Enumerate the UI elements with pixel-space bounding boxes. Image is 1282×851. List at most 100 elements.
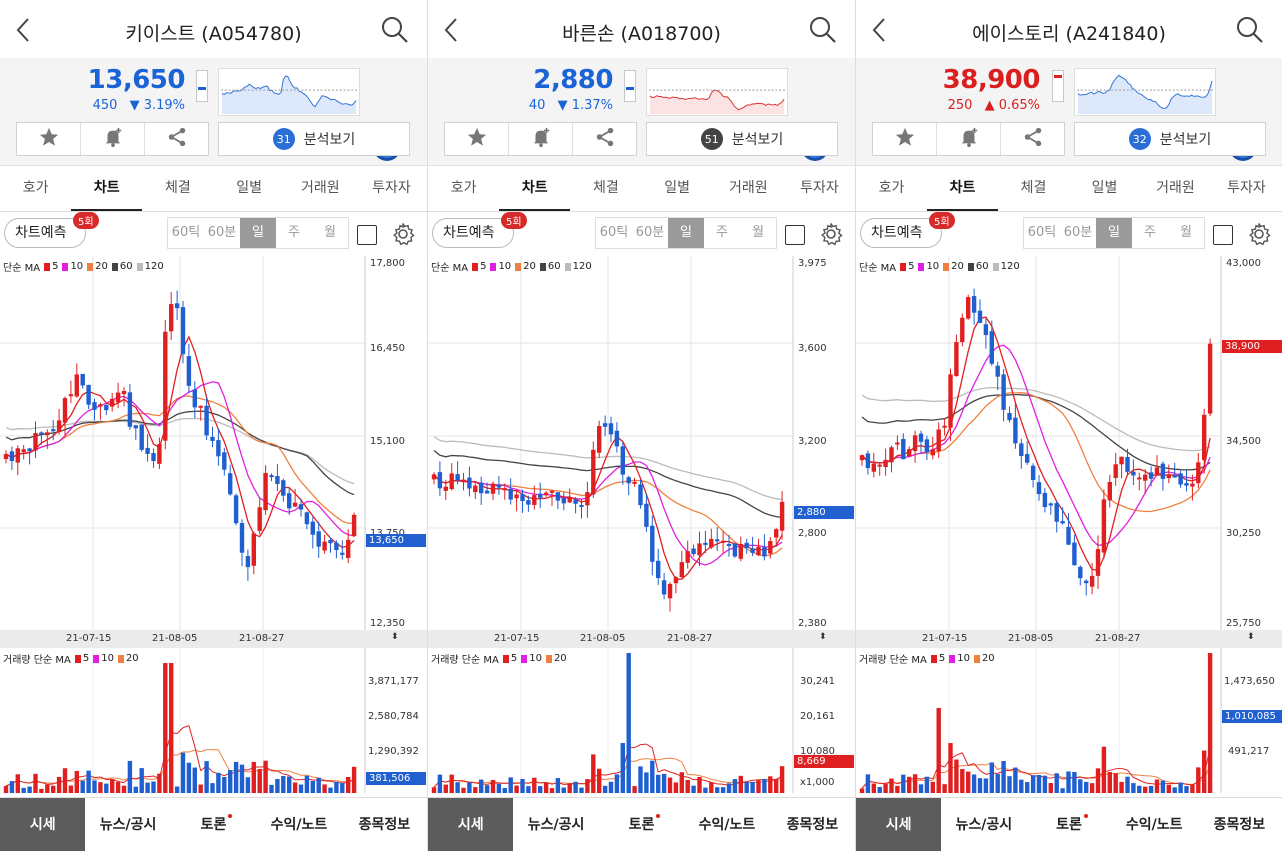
bottom-nav-item[interactable]: 종목정보 — [342, 798, 427, 851]
period-option[interactable]: 월 — [1168, 218, 1204, 248]
period-option[interactable]: 60분 — [632, 218, 668, 248]
period-option[interactable]: 60분 — [1060, 218, 1096, 248]
bottom-nav-item[interactable]: 토론 — [1026, 798, 1111, 851]
tab-4[interactable]: 거래원 — [713, 166, 784, 211]
favorite-button[interactable] — [17, 123, 80, 155]
period-option[interactable]: 월 — [312, 218, 348, 248]
bottom-nav-item[interactable]: 시세 — [428, 798, 514, 851]
bottom-nav-item[interactable]: 토론 — [599, 798, 684, 851]
tab-5[interactable]: 투자자 — [784, 166, 855, 211]
analysis-button[interactable]: 51 분석보기 — [646, 122, 838, 156]
period-option[interactable]: 주 — [704, 218, 740, 248]
compare-checkbox[interactable] — [1213, 225, 1233, 245]
period-option[interactable]: 60틱 — [596, 218, 632, 248]
tab-2[interactable]: 체결 — [570, 166, 641, 211]
compare-checkbox[interactable] — [785, 225, 805, 245]
share-button[interactable] — [572, 123, 636, 155]
scroll-arrow-icon[interactable]: ⬍ — [819, 632, 827, 642]
tab-0[interactable]: 호가 — [0, 166, 71, 211]
gear-icon[interactable] — [819, 222, 843, 246]
favorite-button[interactable] — [873, 123, 936, 155]
tab-0[interactable]: 호가 — [856, 166, 927, 211]
gear-icon[interactable] — [391, 222, 415, 246]
tab-2[interactable]: 체결 — [142, 166, 213, 211]
bottom-nav-label: 시세 — [885, 817, 912, 833]
scroll-arrow-icon[interactable]: ⬍ — [391, 632, 399, 642]
candlestick-chart[interactable] — [428, 256, 855, 630]
bottom-nav-item[interactable]: 뉴스/공시 — [941, 798, 1026, 851]
candle-body — [685, 551, 690, 563]
bottom-nav-item[interactable]: 수익/노트 — [1112, 798, 1197, 851]
favorite-button[interactable] — [445, 123, 508, 155]
ma-legend-item: 5 — [52, 261, 59, 272]
period-option[interactable]: 일 — [668, 218, 704, 248]
search-icon[interactable] — [1236, 16, 1264, 44]
bottom-nav-item[interactable]: 수익/노트 — [256, 798, 341, 851]
gear-icon[interactable] — [1247, 222, 1271, 246]
bottom-nav-item[interactable]: 종목정보 — [770, 798, 855, 851]
date-axis[interactable]: 21-07-15 21-08-05 21-08-27 ⬍ — [428, 630, 855, 648]
period-option[interactable]: 60분 — [204, 218, 240, 248]
period-option[interactable]: 주 — [276, 218, 312, 248]
tab-bar: 호가 차트 체결 일별 거래원 투자자 — [428, 166, 855, 212]
tab-4[interactable]: 거래원 — [285, 166, 356, 211]
scroll-arrow-icon[interactable]: ⬍ — [1247, 632, 1255, 642]
bottom-nav-item[interactable]: 뉴스/공시 — [513, 798, 598, 851]
period-option[interactable]: 일 — [240, 218, 276, 248]
tab-3[interactable]: 일별 — [1069, 166, 1140, 211]
period-option[interactable]: 주 — [1132, 218, 1168, 248]
candle-body — [1125, 456, 1130, 472]
analysis-button[interactable]: 32 분석보기 — [1074, 122, 1266, 156]
search-icon[interactable] — [809, 16, 837, 44]
tab-5[interactable]: 투자자 — [356, 166, 427, 211]
share-button[interactable] — [1000, 123, 1064, 155]
tab-1[interactable]: 차트 — [499, 166, 571, 211]
volume-bar — [697, 776, 702, 793]
tab-3[interactable]: 일별 — [214, 166, 285, 211]
bottom-nav-item[interactable]: 종목정보 — [1197, 798, 1282, 851]
period-option[interactable]: 월 — [740, 218, 776, 248]
volume-chart[interactable] — [428, 648, 855, 793]
volume-chart[interactable] — [856, 648, 1282, 793]
chart-area[interactable]: 단순 MA 5102060120 17,80016,45015,10013,75… — [0, 256, 427, 793]
bottom-nav-item[interactable]: 수익/노트 — [684, 798, 769, 851]
candle-body — [473, 485, 478, 493]
volume-bar — [228, 770, 233, 793]
price-change-row: 250 ▲ 0.65% — [948, 98, 1040, 113]
ma-legend-item: 60 — [975, 261, 989, 272]
candlestick-chart[interactable] — [856, 256, 1282, 630]
tab-2[interactable]: 체결 — [998, 166, 1069, 211]
chart-area[interactable]: 단순 MA 5 10 20 60 120 3,975 3,600 3,200 2,800 2,3… — [428, 256, 855, 793]
chart-toolbar: 차트예측 5회 60틱 60분 일 주 월 — [0, 212, 427, 256]
bottom-nav-item[interactable]: 뉴스/공시 — [85, 798, 170, 851]
bottom-nav-item[interactable]: 시세 — [0, 798, 86, 851]
share-button[interactable] — [144, 123, 208, 155]
alert-button[interactable] — [508, 123, 572, 155]
tab-0[interactable]: 호가 — [428, 166, 499, 211]
compare-checkbox[interactable] — [357, 225, 377, 245]
analysis-button[interactable]: 31 분석보기 — [218, 122, 410, 156]
search-icon[interactable] — [381, 16, 409, 44]
volume-bar — [1202, 750, 1207, 793]
chart-area[interactable]: 단순 MA 5 10 20 60 120 43,000 38,900 34,500 30,25… — [856, 256, 1282, 793]
tab-4[interactable]: 거래원 — [1140, 166, 1211, 211]
date-axis[interactable]: 21-07-15 21-08-05 21-08-27 ⬍ — [856, 630, 1282, 648]
volume-bar — [750, 781, 755, 793]
tab-3[interactable]: 일별 — [642, 166, 713, 211]
tab-1[interactable]: 차트 — [71, 166, 143, 211]
volume-bar — [104, 783, 109, 793]
bottom-nav-item[interactable]: 시세 — [856, 798, 942, 851]
legend-swatch — [111, 262, 118, 271]
candle-body — [1207, 343, 1213, 414]
alert-button[interactable] — [80, 123, 144, 155]
volume-chart[interactable] — [0, 648, 427, 793]
period-option[interactable]: 60틱 — [168, 218, 204, 248]
date-axis[interactable]: 21-07-15 21-08-05 21-08-27 ⬍ — [0, 630, 427, 648]
tab-5[interactable]: 투자자 — [1211, 166, 1282, 211]
period-option[interactable]: 60틱 — [1024, 218, 1060, 248]
candlestick-chart[interactable] — [0, 256, 427, 630]
tab-1[interactable]: 차트 — [927, 166, 998, 211]
alert-button[interactable] — [936, 123, 1000, 155]
bottom-nav-item[interactable]: 토론 — [171, 798, 256, 851]
period-option[interactable]: 일 — [1096, 218, 1132, 248]
